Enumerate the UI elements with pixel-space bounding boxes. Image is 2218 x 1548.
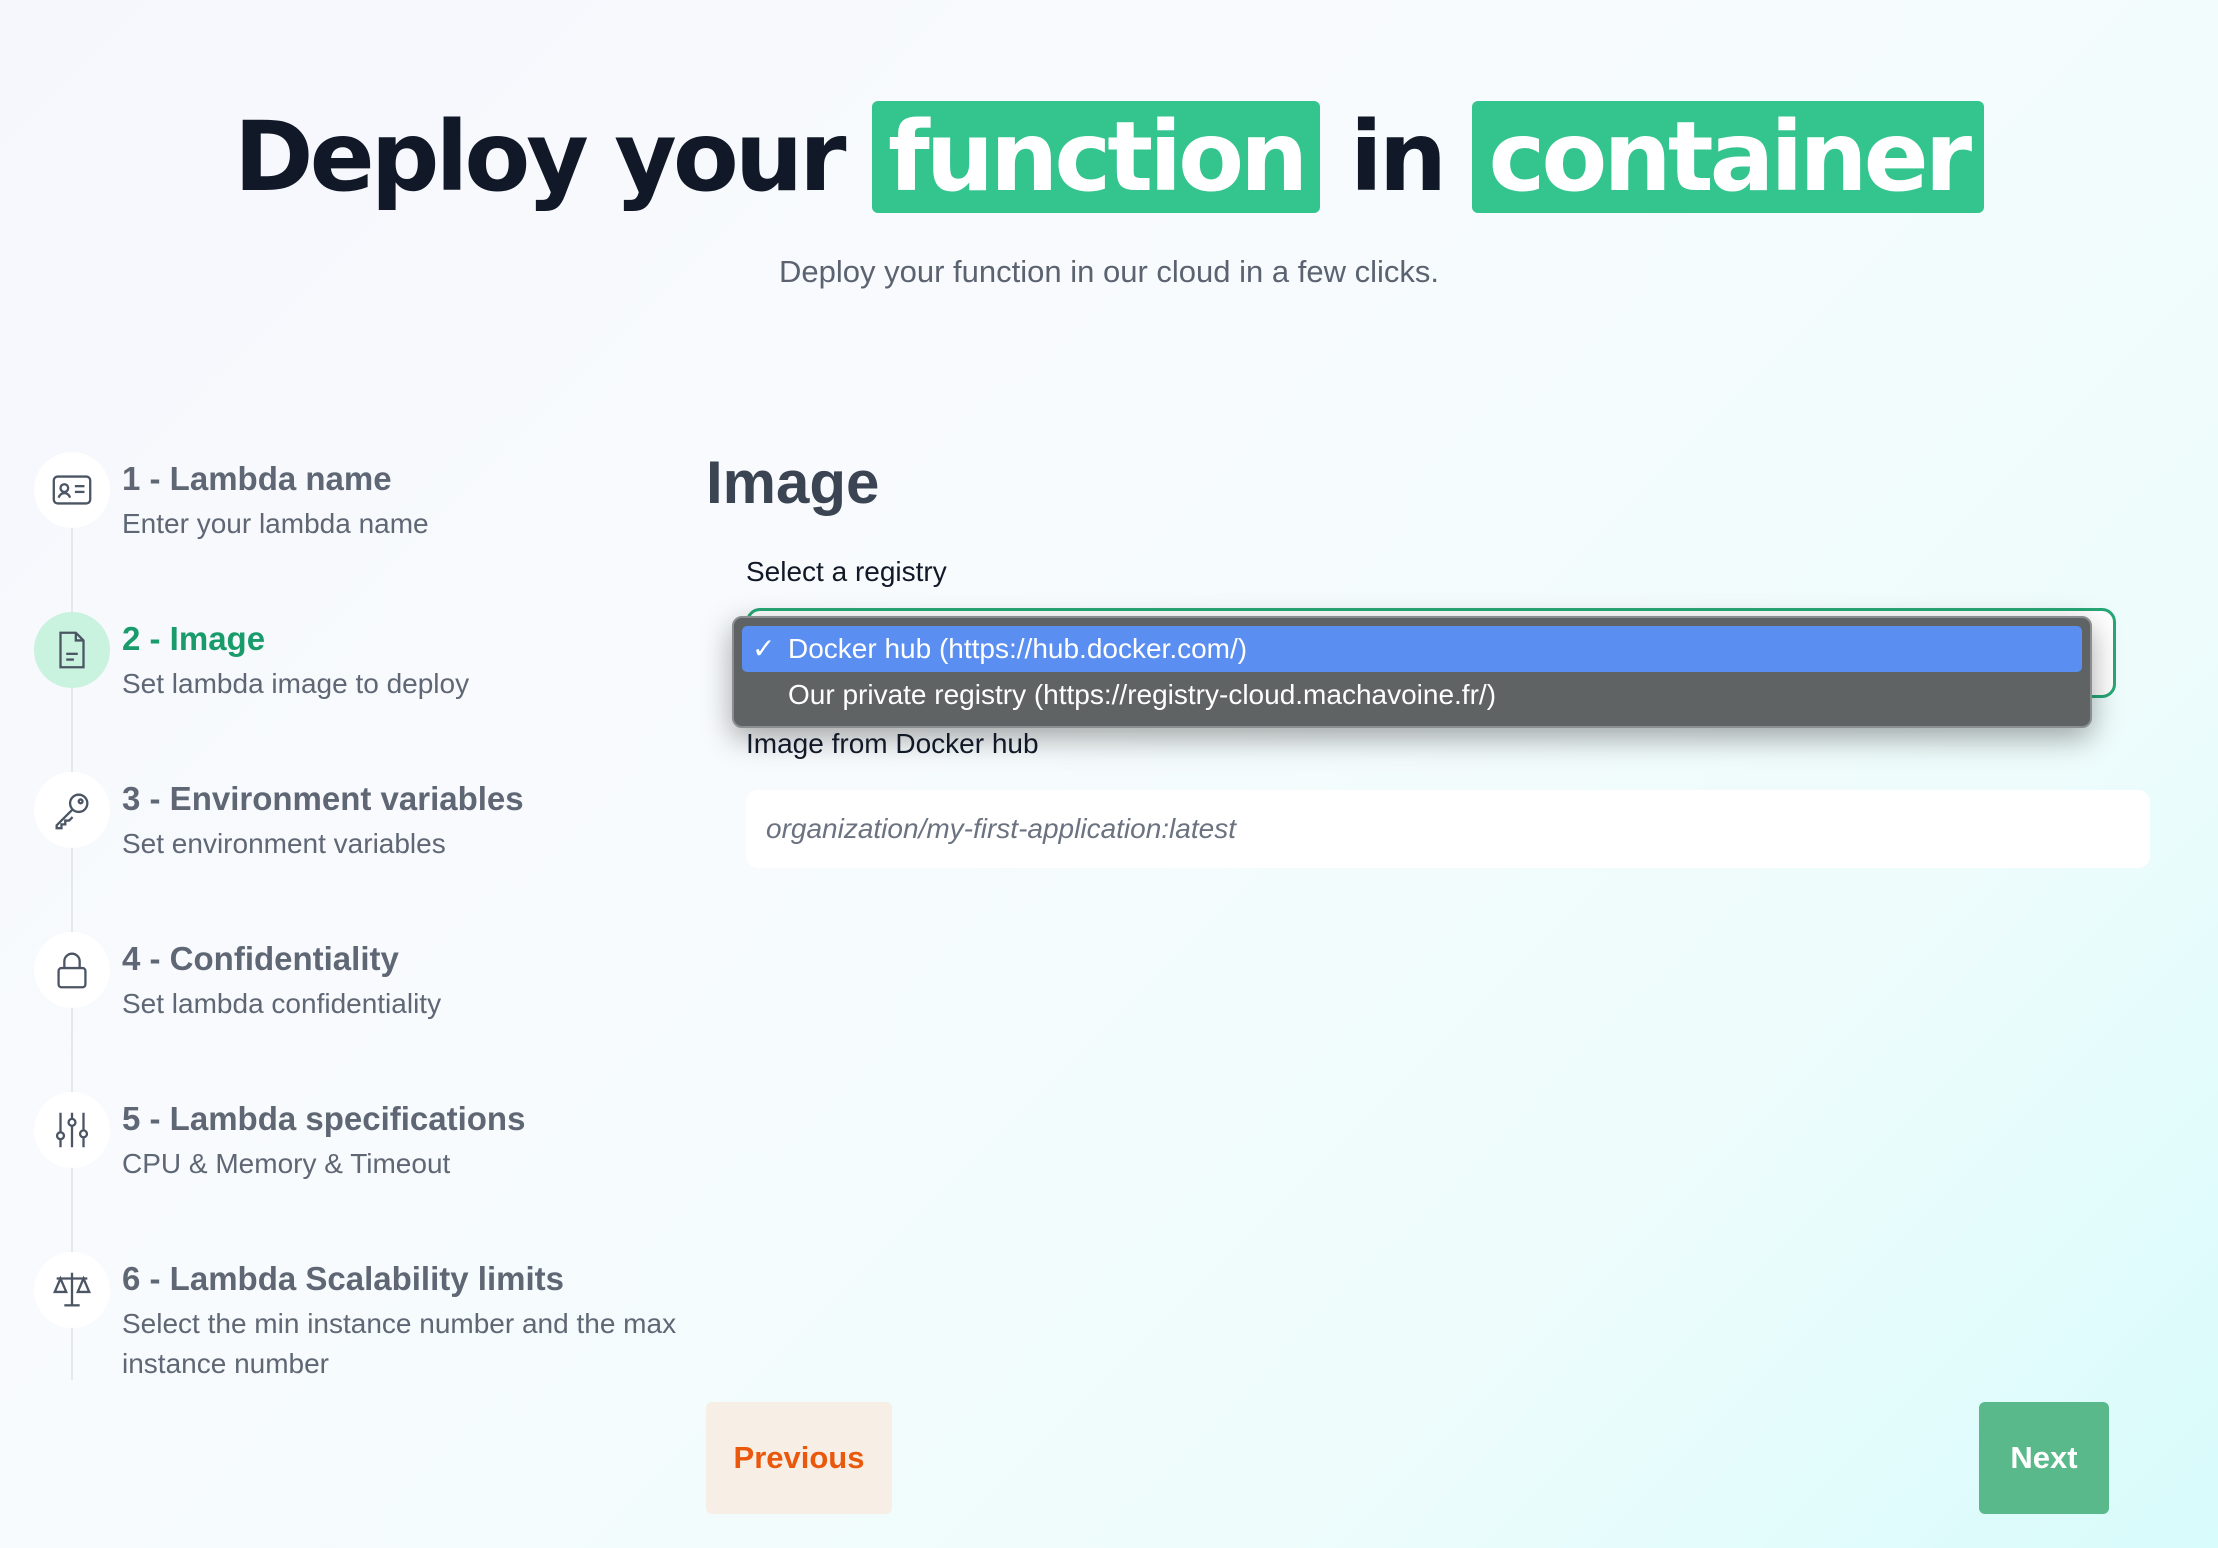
- step-title: 3 - Environment variables: [122, 780, 524, 817]
- step-description: Set environment variables: [122, 828, 446, 859]
- option-label: Docker hub (https://hub.docker.com/): [788, 633, 1248, 664]
- registry-dropdown-menu: ✓ Docker hub (https://hub.docker.com/) O…: [732, 616, 2092, 728]
- title-text-1: Deploy your: [233, 101, 847, 213]
- image-input[interactable]: organization/my-first-application:latest: [746, 790, 2150, 868]
- page-title: Deploy your function in container: [0, 92, 2218, 222]
- step-description: Enter your lambda name: [122, 508, 429, 539]
- registry-option-private[interactable]: Our private registry (https://registry-c…: [742, 672, 2082, 718]
- id-card-icon: [34, 452, 110, 528]
- title-text-2: in: [1349, 101, 1447, 213]
- previous-button[interactable]: Previous: [706, 1402, 892, 1514]
- step-title: 5 - Lambda specifications: [122, 1100, 526, 1137]
- checkmark-icon: ✓: [752, 633, 776, 664]
- lock-icon: [34, 932, 110, 1008]
- step-description: Set lambda confidentiality: [122, 988, 442, 1019]
- step-title: 2 - Image: [122, 620, 266, 657]
- key-icon: [34, 772, 110, 848]
- option-label: Our private registry (https://registry-c…: [788, 679, 1497, 710]
- image-input-placeholder: organization/my-first-application:latest: [766, 813, 1236, 844]
- document-icon: [34, 612, 110, 688]
- step-description: CPU & Memory & Timeout: [122, 1148, 451, 1179]
- section-title: Image: [706, 449, 880, 516]
- image-label: Image from Docker hub: [746, 728, 1039, 759]
- title-highlight-container: container: [1472, 101, 1985, 213]
- scale-icon: [34, 1252, 110, 1328]
- title-highlight-function: function: [871, 101, 1321, 213]
- next-button[interactable]: Next: [1979, 1402, 2109, 1514]
- step-description: Set lambda image to deploy: [122, 668, 470, 699]
- step-description: Select the min instance number and the m…: [122, 1308, 677, 1379]
- registry-option-docker-hub[interactable]: ✓ Docker hub (https://hub.docker.com/): [742, 626, 2082, 672]
- step-title: 4 - Confidentiality: [122, 940, 399, 977]
- page-subtitle: Deploy your function in our cloud in a f…: [779, 254, 1439, 289]
- step-title: 6 - Lambda Scalability limits: [122, 1260, 564, 1297]
- sliders-icon: [34, 1092, 110, 1168]
- registry-label: Select a registry: [746, 556, 947, 587]
- step-title: 1 - Lambda name: [122, 460, 392, 497]
